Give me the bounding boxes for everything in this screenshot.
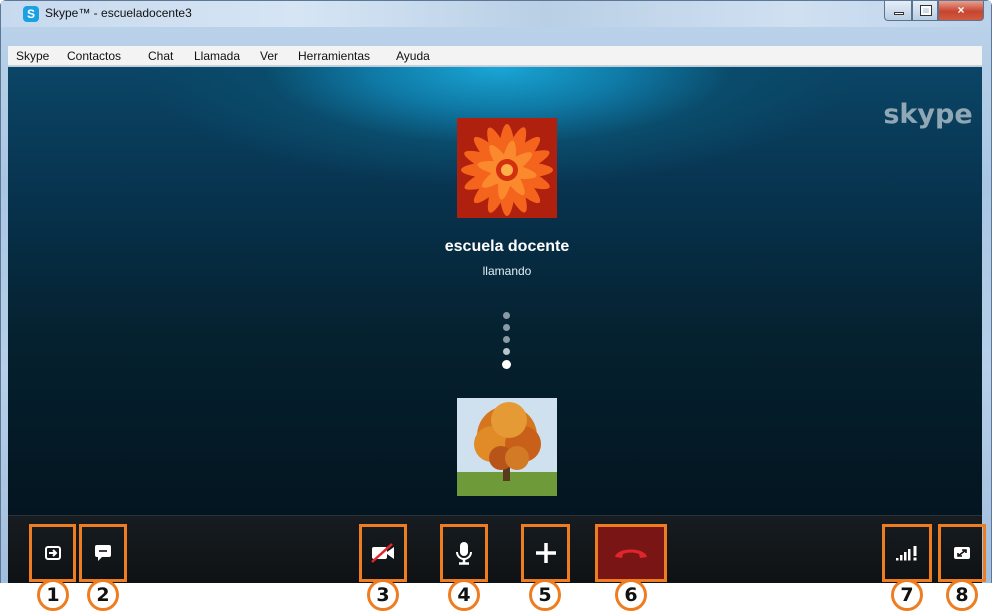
menu-item-llamada[interactable]: Llamada: [194, 49, 240, 63]
callout-number: 4: [448, 579, 480, 611]
call-quality-button[interactable]: [882, 524, 932, 582]
call-toolbar: [8, 515, 982, 583]
menu-bar: Skype Contactos Chat Llamada Ver Herrami…: [8, 46, 982, 66]
fullscreen-icon: [954, 547, 970, 559]
menu-item-contactos[interactable]: Contactos: [67, 49, 121, 63]
caller-avatar-flower: [457, 118, 557, 218]
window-bottom-edge: [0, 583, 992, 613]
callout-number: 8: [946, 579, 978, 611]
progress-dot: [503, 312, 510, 319]
tree-photo: [457, 398, 557, 496]
hang-up-icon: [615, 549, 647, 558]
call-area: skype escuela docente llamando: [8, 67, 982, 515]
call-quality-icon: [896, 546, 917, 561]
callout-number: 7: [891, 579, 923, 611]
menu-item-herramientas[interactable]: Herramientas: [298, 49, 370, 63]
user-avatar-tree: [457, 398, 557, 496]
close-icon: ×: [957, 3, 965, 17]
skype-app-icon[interactable]: S: [23, 6, 39, 22]
chat-bubble-icon: [95, 545, 111, 561]
progress-dot-active: [502, 360, 511, 369]
maximize-icon: [920, 5, 932, 16]
skype-logo: skype: [883, 99, 972, 130]
add-button[interactable]: [521, 524, 570, 582]
progress-dot: [503, 324, 510, 331]
menu-item-skype[interactable]: Skype: [16, 49, 49, 63]
video-off-icon: [371, 543, 394, 563]
callee-name: escuela docente: [444, 238, 570, 255]
callout-number: 2: [87, 579, 119, 611]
flower-photo: [457, 118, 557, 218]
hang-up-button[interactable]: [595, 524, 667, 582]
fullscreen-button[interactable]: [938, 524, 986, 582]
skype-logo-text: skype: [883, 99, 972, 130]
call-status: llamando: [482, 264, 532, 278]
microphone-icon: [456, 542, 472, 565]
minimize-button[interactable]: [884, 1, 912, 21]
menu-item-ver[interactable]: Ver: [260, 49, 278, 63]
menu-item-chat[interactable]: Chat: [148, 49, 173, 63]
callout-number: 5: [529, 579, 561, 611]
menu-item-ayuda[interactable]: Ayuda: [396, 49, 430, 63]
maximize-button[interactable]: [912, 1, 938, 21]
progress-dot: [503, 336, 510, 343]
progress-dot: [503, 348, 510, 355]
callout-number: 3: [367, 579, 399, 611]
video-toggle-button[interactable]: [359, 524, 407, 582]
chat-button[interactable]: [79, 524, 127, 582]
callout-number: 6: [615, 579, 647, 611]
minimize-icon: [894, 12, 904, 15]
plus-icon: [535, 543, 556, 563]
sidebar-toggle-icon: [44, 546, 61, 560]
close-button[interactable]: ×: [938, 1, 984, 21]
title-bar: S Skype™ - escueladocente3 ×: [1, 1, 991, 27]
window-title: Skype™ - escueladocente3: [45, 6, 192, 20]
callout-number: 1: [37, 579, 69, 611]
microphone-button[interactable]: [440, 524, 488, 582]
show-sidebar-button[interactable]: [29, 524, 76, 582]
